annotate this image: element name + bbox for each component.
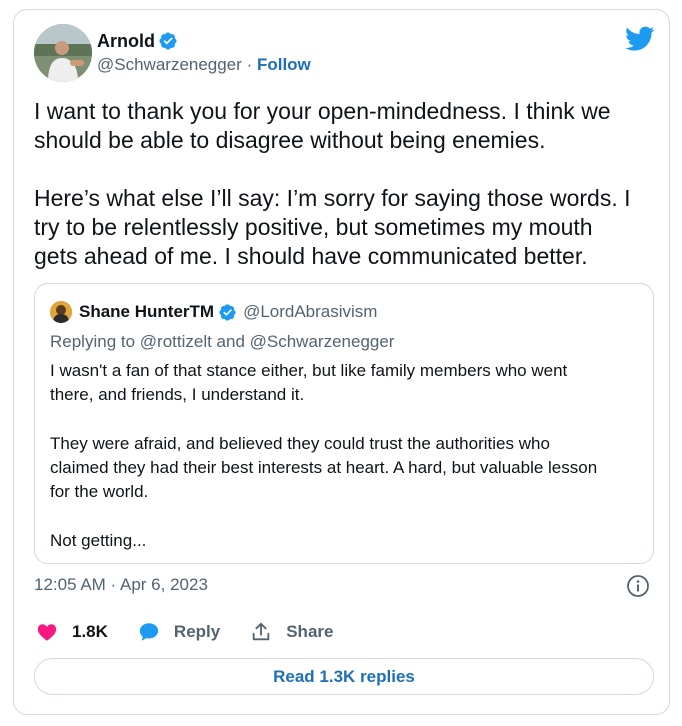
quoted-author-handle[interactable]: @LordAbrasivism bbox=[243, 302, 377, 322]
author-name[interactable]: Arnold bbox=[97, 31, 155, 52]
action-bar: 1.8K Reply Share bbox=[36, 621, 363, 643]
tweet-timestamp[interactable]: 12:05 AM · Apr 6, 2023 bbox=[34, 575, 208, 595]
twitter-bird-icon[interactable] bbox=[625, 26, 655, 52]
tweet-text: I want to thank you for your open-minded… bbox=[34, 98, 631, 269]
like-count: 1.8K bbox=[72, 622, 108, 641]
info-icon[interactable] bbox=[626, 574, 650, 598]
follow-button[interactable]: Follow bbox=[257, 55, 311, 74]
read-replies-button[interactable]: Read 1.3K replies bbox=[34, 658, 654, 695]
share-button[interactable]: Share bbox=[250, 621, 333, 643]
speech-bubble-icon bbox=[139, 623, 159, 641]
reply-button[interactable]: Reply bbox=[138, 621, 220, 643]
author-handle[interactable]: @Schwarzenegger bbox=[97, 55, 242, 74]
share-arrow-icon bbox=[252, 622, 270, 641]
author-block: Arnold @Schwarzenegger · Follow bbox=[97, 29, 311, 75]
like-button[interactable]: 1.8K bbox=[36, 621, 108, 643]
handle-separator: · bbox=[241, 55, 257, 74]
quoted-tweet[interactable]: Shane HunterTM @LordAbrasivism Replying … bbox=[34, 283, 654, 564]
heart-icon bbox=[37, 624, 57, 641]
verified-badge-icon bbox=[159, 32, 177, 50]
replying-to-line[interactable]: Replying to @rottizelt and @Schwarzenegg… bbox=[50, 332, 394, 352]
verified-badge-icon bbox=[219, 303, 236, 321]
quoted-author-name[interactable]: Shane HunterTM bbox=[79, 302, 214, 322]
share-label: Share bbox=[286, 622, 334, 641]
tweet-card: Arnold @Schwarzenegger · Follow I want t… bbox=[13, 9, 670, 715]
author-avatar[interactable] bbox=[34, 24, 92, 82]
reply-label: Reply bbox=[173, 622, 221, 641]
quoted-tweet-text: I wasn't a fan of that stance either, bu… bbox=[50, 361, 598, 551]
quoted-author-avatar[interactable] bbox=[50, 301, 72, 323]
